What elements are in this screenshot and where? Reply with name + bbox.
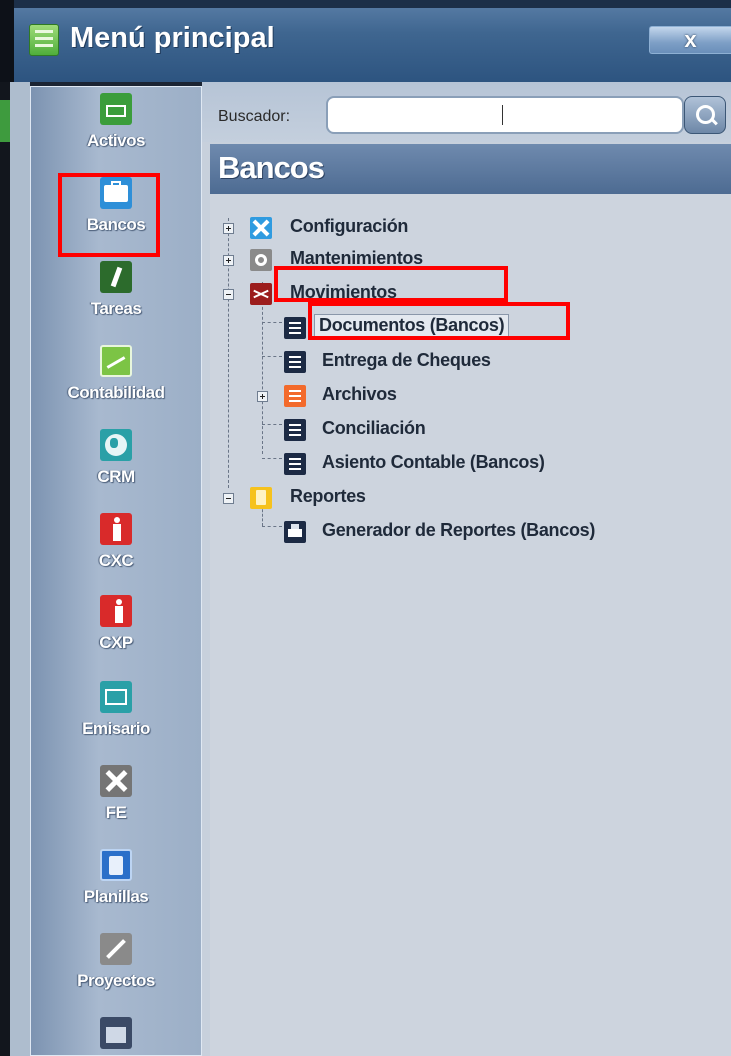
bancos-highlight-box	[58, 173, 160, 257]
shuffle-icon	[250, 283, 272, 305]
sidebar-item-label: CXP	[99, 633, 133, 652]
sidebar-item-label: Contabilidad	[67, 383, 165, 402]
search-bar: Buscador:	[202, 82, 731, 142]
sidebar-item-proyectos[interactable]: Proyectos	[31, 933, 201, 991]
sidebar-item-label: FE	[105, 803, 127, 822]
sidebar-item-cxp[interactable]: CXP	[31, 595, 201, 653]
section-title: Bancos	[218, 150, 325, 185]
sidebar-item-label: Proyectos	[77, 971, 155, 990]
sidebar-item-contabilidad[interactable]: Contabilidad	[31, 345, 201, 403]
tasks-icon	[100, 261, 132, 293]
sidebar-item-extra[interactable]	[31, 1017, 201, 1049]
sidebar-item-planillas[interactable]: Planillas	[31, 849, 201, 907]
tree-item-label: Asiento Contable (Bancos)	[322, 452, 545, 472]
sidebar-item-label: CRM	[97, 467, 135, 486]
menu-app-icon	[29, 24, 59, 56]
movimientos-highlight-box	[274, 266, 508, 302]
sidebar-item-fe[interactable]: FE	[31, 765, 201, 823]
collapse-icon[interactable]	[223, 289, 234, 300]
window-title: Menú principal	[70, 22, 275, 54]
sidebar-item-label: Activos	[87, 131, 145, 150]
collapse-icon[interactable]	[223, 493, 234, 504]
module-sidebar: Activos Bancos Tareas Contabilidad CRM C…	[30, 86, 202, 1056]
tools-icon	[100, 933, 132, 965]
tree-item-archivos[interactable]: Archivos	[210, 382, 731, 412]
printer-icon	[284, 521, 306, 543]
list-icon	[284, 419, 306, 441]
menu-tree: Configuración Mantenimientos Movimientos…	[210, 194, 731, 1056]
sidebar-item-label: Planillas	[83, 887, 149, 906]
tree-item-conciliacion[interactable]: Conciliación	[210, 416, 731, 446]
envelope-icon	[100, 681, 132, 713]
sidebar-item-crm[interactable]: CRM	[31, 429, 201, 487]
factory-icon	[100, 1017, 132, 1049]
person-receivable-icon	[100, 513, 132, 545]
sidebar-item-label: Tareas	[90, 299, 142, 318]
tree-item-configuracion[interactable]: Configuración	[210, 214, 731, 244]
tree-item-label: Archivos	[322, 384, 397, 404]
chart-icon	[100, 345, 132, 377]
list-icon	[284, 385, 306, 407]
frame-green-strip	[0, 100, 10, 142]
close-button[interactable]: x	[649, 26, 731, 54]
sidebar-item-emisario[interactable]: Emisario	[31, 681, 201, 739]
section-header: Bancos	[210, 144, 731, 194]
tree-item-asiento[interactable]: Asiento Contable (Bancos)	[210, 450, 731, 480]
tools-icon	[250, 217, 272, 239]
search-icon[interactable]	[684, 96, 726, 134]
list-icon	[284, 317, 306, 339]
search-input[interactable]	[326, 96, 684, 134]
tree-item-reportes[interactable]: Reportes	[210, 484, 731, 514]
documentos-highlight-box	[308, 302, 570, 340]
tree-item-entrega-cheques[interactable]: Entrega de Cheques	[210, 348, 731, 378]
globe-icon	[100, 429, 132, 461]
tree-item-generador[interactable]: Generador de Reportes (Bancos)	[210, 518, 731, 548]
tree-item-label: Entrega de Cheques	[322, 350, 491, 370]
frame-dark-strip	[0, 82, 10, 1056]
sidebar-item-activos[interactable]: Activos	[31, 93, 201, 151]
tree-item-label: Configuración	[290, 216, 409, 236]
sidebar-item-label: CXC	[98, 551, 134, 570]
list-icon	[284, 351, 306, 373]
tree-item-label: Conciliación	[322, 418, 426, 438]
search-label: Buscador:	[218, 108, 291, 125]
sidebar-item-tareas[interactable]: Tareas	[31, 261, 201, 319]
sidebar-item-label: Emisario	[82, 719, 150, 738]
gear-icon	[250, 249, 272, 271]
window-titlebar: Menú principal x	[0, 0, 731, 82]
report-icon	[250, 487, 272, 509]
tree-item-label: Reportes	[290, 486, 366, 506]
person-payable-icon	[100, 595, 132, 627]
list-icon	[284, 453, 306, 475]
window-top-border	[14, 0, 731, 8]
main-panel: Buscador: Bancos Configuración Mantenimi…	[202, 82, 731, 1056]
expand-icon[interactable]	[223, 255, 234, 266]
sidebar-item-cxc[interactable]: CXC	[31, 513, 201, 571]
document-icon	[100, 849, 132, 881]
tools-icon	[100, 765, 132, 797]
tree-item-label: Generador de Reportes (Bancos)	[322, 520, 596, 540]
window-edge	[0, 0, 14, 82]
cash-register-icon	[100, 93, 132, 125]
left-frame	[0, 82, 30, 1056]
expand-icon[interactable]	[257, 391, 268, 402]
expand-icon[interactable]	[223, 223, 234, 234]
